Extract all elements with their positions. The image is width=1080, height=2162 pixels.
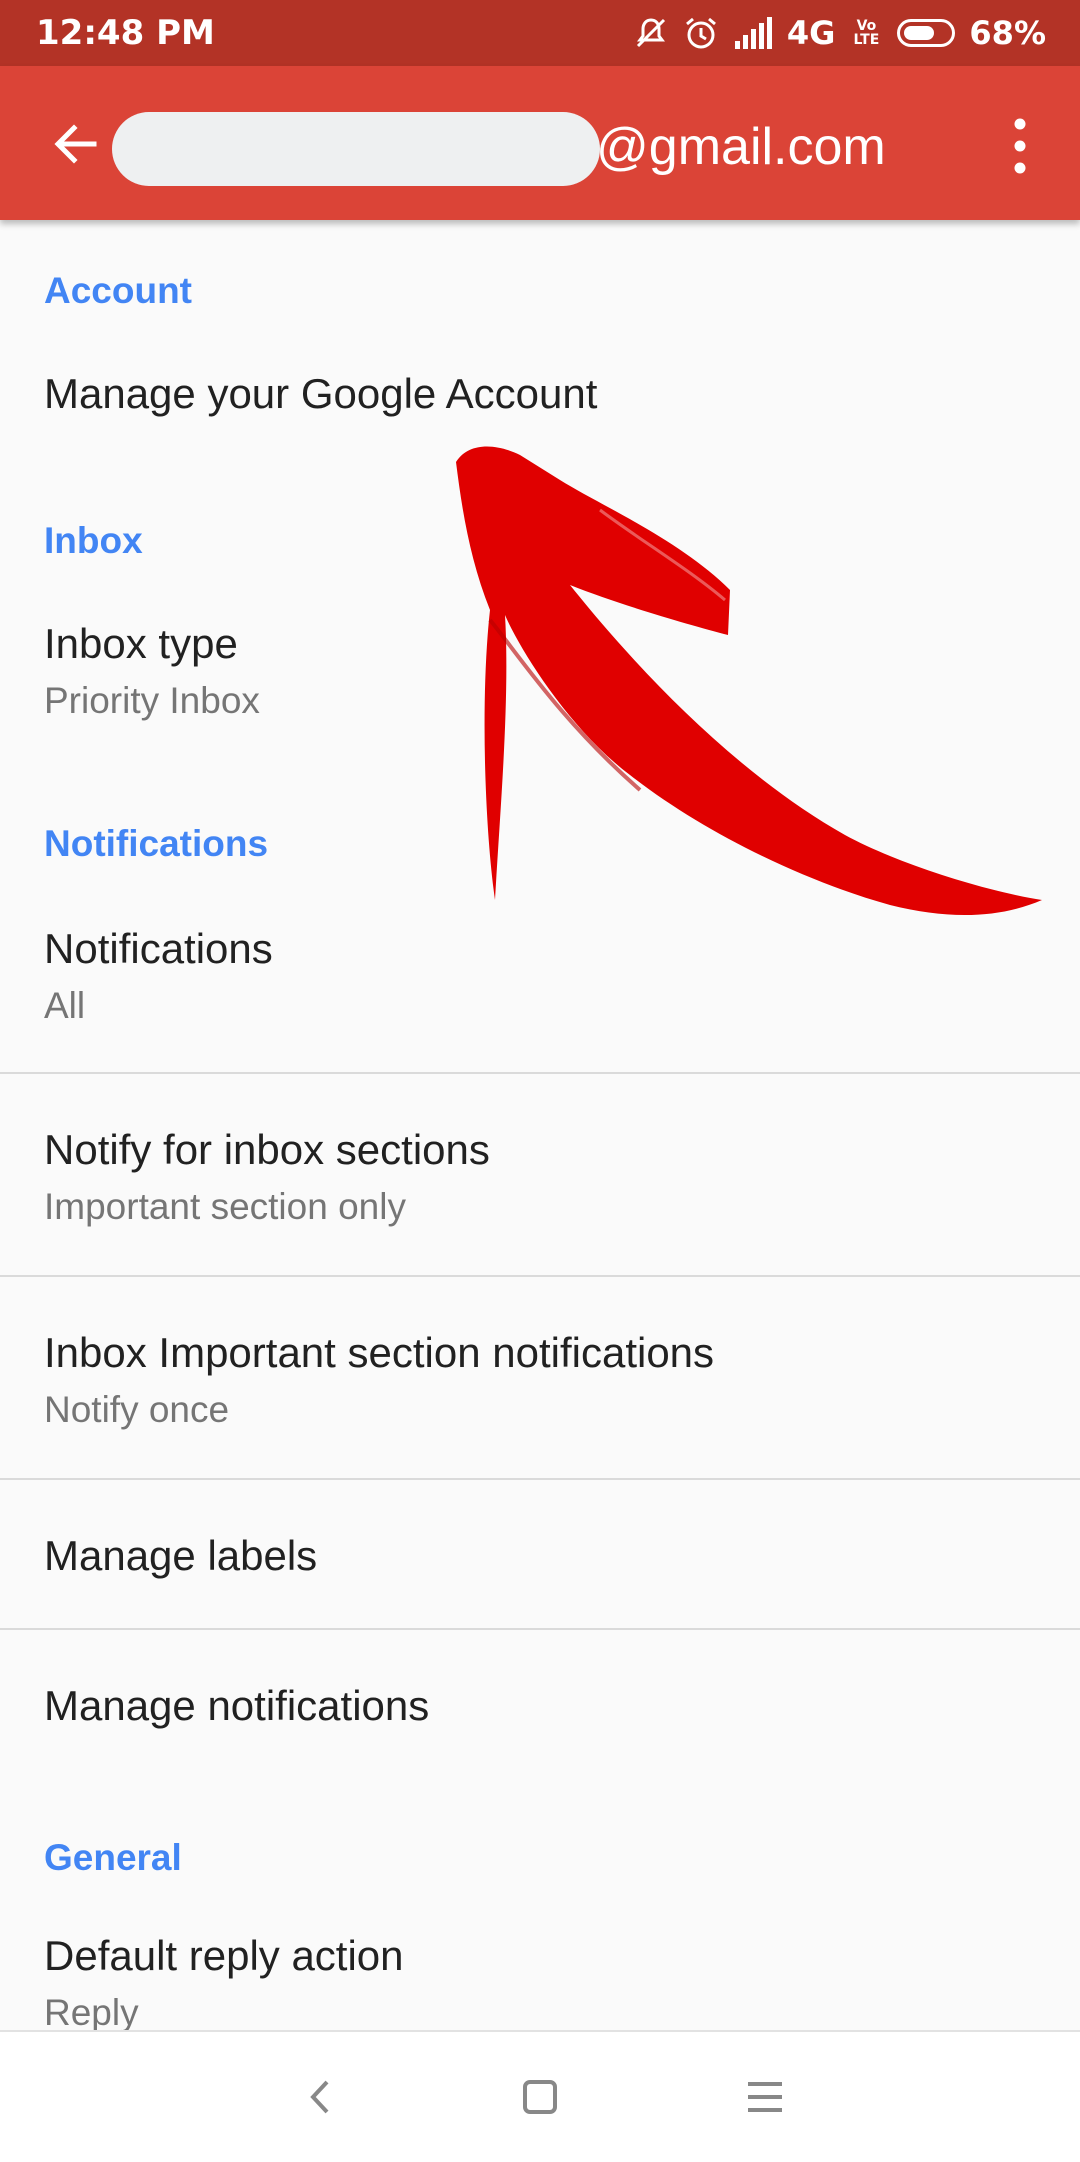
- app-bar: @gmail.com: [0, 66, 1080, 220]
- nav-recents-icon[interactable]: [730, 2062, 800, 2132]
- notify-inbox-sections-item[interactable]: Notify for inbox sections Important sect…: [0, 1074, 1080, 1274]
- battery-icon: [897, 19, 956, 47]
- item-title: Notifications: [44, 925, 273, 972]
- important-section-notifications-item[interactable]: Inbox Important section notifications No…: [0, 1277, 1080, 1477]
- section-header-account: Account: [44, 270, 192, 311]
- item-subtitle: All: [44, 985, 86, 1026]
- redacted-email-username: [112, 112, 600, 186]
- item-title: Manage notifications: [44, 1682, 430, 1729]
- item-subtitle: Priority Inbox: [44, 680, 260, 721]
- item-subtitle: Reply: [44, 1992, 139, 2030]
- default-reply-action-item[interactable]: Default reply action Reply: [0, 1910, 1080, 2030]
- manage-notifications-item[interactable]: Manage notifications: [0, 1630, 1080, 1780]
- alarm-icon: [683, 15, 719, 51]
- signal-icon: [733, 17, 773, 49]
- section-header-inbox: Inbox: [44, 520, 143, 561]
- muted-notifications-icon: [633, 15, 669, 51]
- notifications-item[interactable]: Notifications All: [0, 900, 1080, 1070]
- more-vert-icon[interactable]: [990, 112, 1050, 180]
- status-icons: 4G Vo LTE 68%: [633, 8, 1046, 58]
- status-time: 12:48 PM: [36, 13, 215, 53]
- item-subtitle: Notify once: [44, 1389, 230, 1430]
- manage-google-account-item[interactable]: Manage your Google Account: [0, 340, 1080, 450]
- item-title: Default reply action: [44, 1932, 404, 1979]
- item-title: Notify for inbox sections: [44, 1126, 490, 1173]
- nav-back-icon[interactable]: [285, 2062, 355, 2132]
- account-email-domain: @gmail.com: [596, 118, 886, 176]
- arrow-back-icon[interactable]: [46, 114, 106, 174]
- network-type: 4G: [786, 14, 836, 52]
- item-title: Inbox type: [44, 620, 238, 667]
- item-title: Manage labels: [44, 1532, 318, 1579]
- item-title: Inbox Important section notifications: [44, 1329, 715, 1376]
- section-header-general: General: [44, 1837, 182, 1878]
- nav-home-icon[interactable]: [505, 2062, 575, 2132]
- item-subtitle: Important section only: [44, 1186, 406, 1227]
- item-title: Manage your Google Account: [44, 370, 598, 417]
- inbox-type-item[interactable]: Inbox type Priority Inbox: [0, 600, 1080, 740]
- system-nav-bar: [0, 2030, 1080, 2162]
- manage-labels-item[interactable]: Manage labels: [0, 1480, 1080, 1628]
- volte-label: Vo LTE: [853, 18, 880, 48]
- battery-percent: 68%: [969, 14, 1046, 52]
- section-header-notifications: Notifications: [44, 823, 269, 864]
- status-bar: 12:48 PM 4G Vo LTE 68%: [0, 0, 1080, 66]
